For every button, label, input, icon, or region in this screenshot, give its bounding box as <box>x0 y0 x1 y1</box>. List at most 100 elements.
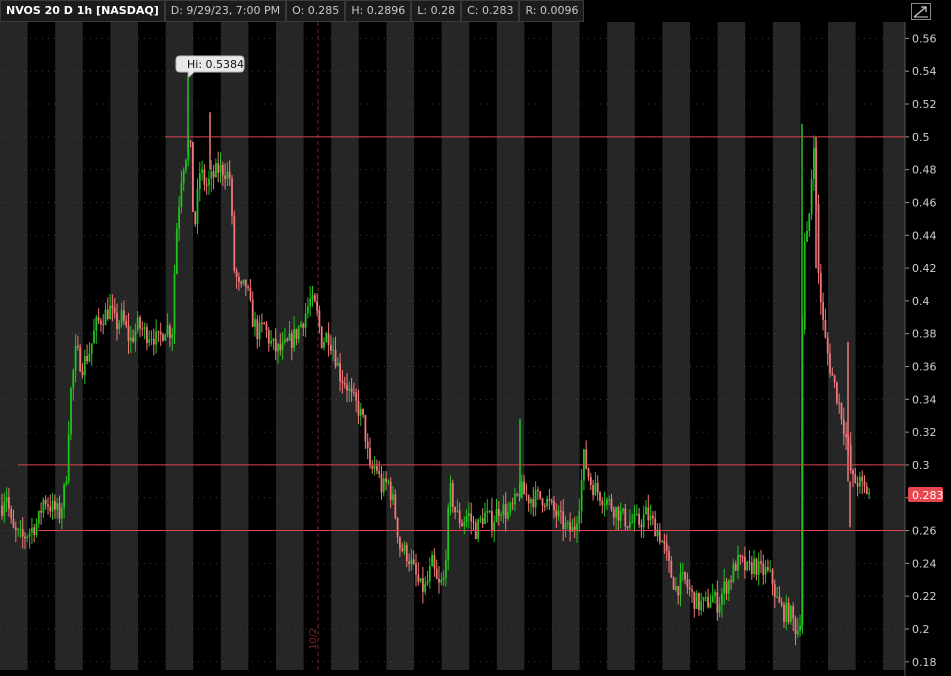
candle-body <box>40 511 42 513</box>
candle-body <box>152 338 155 345</box>
candle-body <box>371 465 374 469</box>
axis-tick-label: 0.3 <box>912 459 930 472</box>
candle-body <box>845 434 847 438</box>
candle-body <box>97 317 100 321</box>
session-band <box>110 22 138 670</box>
last-price-label: 0.283 <box>912 489 944 502</box>
candle-body <box>281 342 284 351</box>
axis-tick-label: 0.36 <box>912 361 937 374</box>
candle-body <box>100 320 102 325</box>
candle-body <box>350 388 353 392</box>
candle-body <box>258 322 261 340</box>
candle-body <box>81 371 84 376</box>
candle-body <box>691 589 693 592</box>
candle-body <box>486 511 489 513</box>
candle-body <box>267 330 270 344</box>
axis-tick-label: 0.18 <box>912 656 937 669</box>
candle-body <box>479 518 482 520</box>
candle-body <box>560 510 562 512</box>
candle-body <box>297 326 300 339</box>
price-chart[interactable]: 10/2 0.180.20.220.240.260.280.30.320.340… <box>0 0 951 676</box>
candle-body <box>530 499 532 504</box>
candle-body <box>702 597 705 601</box>
candle-body <box>468 513 470 516</box>
candle-body <box>265 324 268 331</box>
candle-body <box>790 606 792 622</box>
last-price-badge: 0.283 <box>908 487 944 502</box>
candle-body <box>19 529 22 531</box>
candle-body <box>129 337 132 341</box>
expand-chart-button[interactable] <box>911 3 931 20</box>
candle-body <box>488 510 491 512</box>
axis-tick-label: 0.32 <box>912 426 937 439</box>
candle-body <box>445 560 447 578</box>
axis-tick-label: 0.56 <box>912 32 937 45</box>
candle-body <box>856 483 859 487</box>
candle-body <box>472 521 475 523</box>
candle-body <box>215 163 217 177</box>
candle-body <box>555 510 558 517</box>
candle-body <box>192 141 194 212</box>
candle-body <box>194 211 197 224</box>
candle-body <box>235 270 238 277</box>
candle-body <box>42 499 45 513</box>
candle-body <box>753 558 755 574</box>
candle-body <box>401 548 404 552</box>
candle-body <box>601 500 604 505</box>
candle-body <box>313 295 316 302</box>
candle-body <box>164 334 167 341</box>
candle-body <box>431 554 433 567</box>
candle-body <box>148 339 151 344</box>
candle-body <box>233 215 236 271</box>
candle-body <box>810 179 813 214</box>
candle-body <box>773 584 776 597</box>
candle-body <box>378 470 381 475</box>
candle-body <box>865 486 868 495</box>
open-readout: O: 0.285 <box>286 0 346 22</box>
candle-body <box>323 342 325 348</box>
candle-body <box>63 484 65 508</box>
candle-body <box>8 497 10 509</box>
candle-body <box>520 481 523 498</box>
candle-body <box>166 325 169 335</box>
candle-body <box>548 498 551 501</box>
candle-body <box>633 514 636 523</box>
candle-body <box>550 500 553 502</box>
candle-body <box>484 512 486 524</box>
candle-body <box>106 309 109 320</box>
candle-body <box>205 184 208 186</box>
candle-body <box>47 504 49 507</box>
candle-body <box>125 320 128 326</box>
candle-body <box>769 569 772 571</box>
candle-body <box>523 481 525 495</box>
candle-body <box>70 388 72 435</box>
candle-body <box>465 515 468 522</box>
range-readout: R: 0.0096 <box>519 0 585 22</box>
candle-body <box>824 319 827 338</box>
candle-body <box>711 595 714 603</box>
candle-body <box>741 556 744 558</box>
candle-body <box>461 523 463 526</box>
candle-body <box>829 353 831 374</box>
candle-body <box>146 327 148 344</box>
axis-tick-label: 0.48 <box>912 164 937 177</box>
candle-body <box>44 499 47 505</box>
candle-body <box>649 515 652 521</box>
candle-body <box>263 322 266 325</box>
candle-body <box>90 343 93 354</box>
candle-body <box>201 169 203 174</box>
candle-body <box>336 362 339 366</box>
candle-body <box>364 414 367 442</box>
symbol-label[interactable]: NVOS 20 D 1h [NASDAQ] <box>0 0 165 22</box>
candle-body <box>619 511 622 521</box>
candle-body <box>787 603 790 622</box>
candle-body <box>822 302 824 320</box>
axis-tick-label: 0.38 <box>912 328 937 341</box>
candle-body <box>189 140 192 142</box>
candle-body <box>654 518 657 537</box>
candle-body <box>458 510 461 524</box>
candle-body <box>56 503 59 510</box>
axis-tick-label: 0.52 <box>912 98 937 111</box>
candle-body <box>182 170 185 184</box>
candle-body <box>67 434 70 482</box>
